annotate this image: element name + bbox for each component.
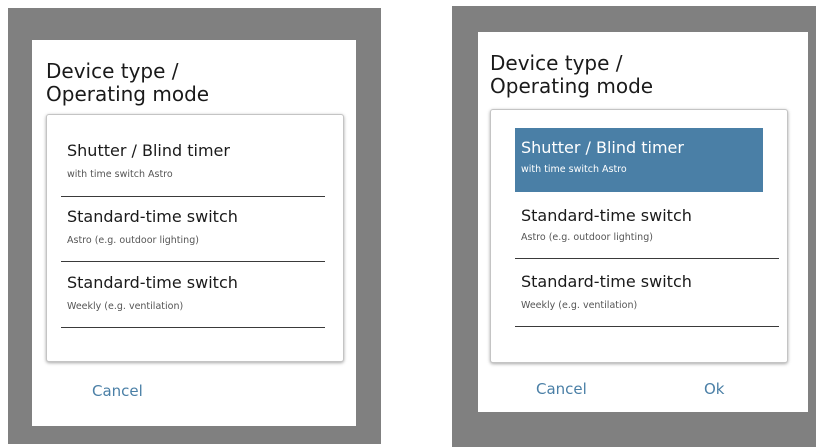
item-sublabel: Astro (e.g. outdoor lighting) [67,235,199,246]
list-item-standard-time-astro[interactable]: Standard-time switch Astro (e.g. outdoor… [61,197,325,263]
item-label: Standard-time switch [521,206,692,225]
right-screen-frame: Device type / Operating mode Shutter / B… [452,6,816,447]
left-dialog: Device type / Operating mode Shutter / B… [32,40,356,426]
item-divider [515,326,779,327]
list-item-standard-time-weekly[interactable]: Standard-time switch Weekly (e.g. ventil… [515,262,779,328]
item-sublabel: Weekly (e.g. ventilation) [67,301,184,312]
ok-button[interactable]: Ok [704,380,725,398]
item-label: Standard-time switch [67,207,238,226]
list-item-standard-time-astro[interactable]: Standard-time switch Astro (e.g. outdoor… [515,196,779,262]
item-divider [515,258,779,259]
item-sublabel: with time switch Astro [521,164,627,175]
dialog-title: Device type / Operating mode [490,51,654,98]
list-item-standard-time-weekly[interactable]: Standard-time switch Weekly (e.g. ventil… [61,263,325,329]
operating-mode-list: Shutter / Blind timer with time switch A… [490,109,788,363]
list-item-shutter-blind-timer[interactable]: Shutter / Blind timer with time switch A… [61,125,325,197]
item-divider [61,327,325,328]
item-sublabel: with time switch Astro [67,169,173,180]
right-dialog: Device type / Operating mode Shutter / B… [478,32,808,412]
operating-mode-list: Shutter / Blind timer with time switch A… [46,114,344,362]
item-sublabel: Weekly (e.g. ventilation) [521,300,638,311]
cancel-button[interactable]: Cancel [536,380,587,398]
item-sublabel: Astro (e.g. outdoor lighting) [521,232,653,243]
dialog-title: Device type / Operating mode [46,59,210,106]
cancel-button[interactable]: Cancel [92,382,143,400]
item-label: Standard-time switch [521,272,692,291]
left-screen-frame: Device type / Operating mode Shutter / B… [8,8,381,444]
item-label: Standard-time switch [67,273,238,292]
item-divider [61,261,325,262]
item-label: Shutter / Blind timer [67,141,230,160]
item-label: Shutter / Blind timer [521,138,684,157]
list-item-shutter-blind-timer[interactable]: Shutter / Blind timer with time switch A… [515,128,763,192]
